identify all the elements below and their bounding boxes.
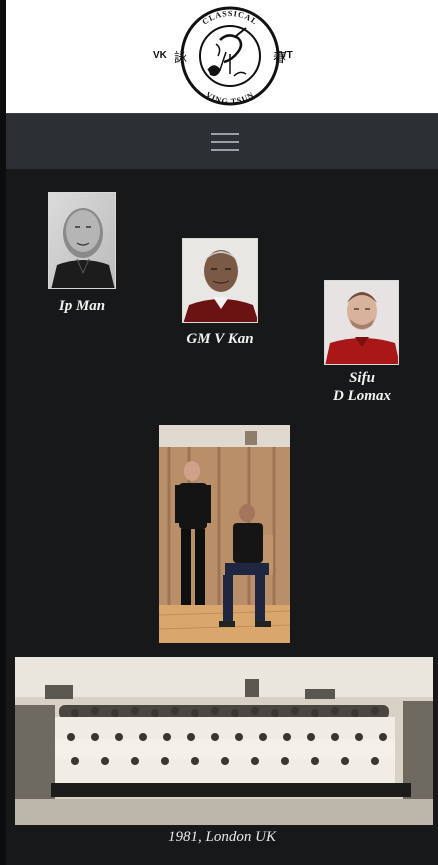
- sifu-d-lomax-image: [325, 281, 398, 364]
- sifu-d-lomax-caption: Sifu D Lomax: [312, 369, 412, 405]
- site-header: CLASSICAL CLASSICAL VING TSUN VK 詠 春 VT: [6, 0, 438, 113]
- ip-man-image: [49, 193, 115, 288]
- sifu-title-text: Sifu: [349, 370, 375, 386]
- sifu-d-lomax-photo[interactable]: [324, 280, 399, 365]
- gm-v-kan-caption: GM V Kan: [186, 331, 254, 347]
- logo-wing-char: 詠: [174, 50, 188, 65]
- d-lomax-name-text: D Lomax: [333, 388, 391, 404]
- sifu-and-grandmaster-photo[interactable]: [159, 425, 290, 643]
- logo-vt-text: VT: [280, 50, 293, 61]
- lineage-section: Ip Man GM V Kan Sifu D Lomax 1981, Londo…: [6, 169, 438, 865]
- hamburger-menu-icon[interactable]: [211, 130, 239, 154]
- group-photo-1981-image: [15, 657, 433, 825]
- logo-vk-text: VK: [153, 50, 167, 61]
- ip-man-photo[interactable]: [48, 192, 116, 289]
- crane-emblem-icon: [180, 6, 280, 106]
- group-photo-caption: 1981, London UK: [168, 829, 276, 845]
- gm-v-kan-photo[interactable]: [182, 238, 258, 323]
- site-logo[interactable]: CLASSICAL: [180, 4, 280, 108]
- ip-man-caption: Ip Man: [58, 298, 106, 314]
- group-photo-1981[interactable]: [15, 657, 433, 825]
- sifu-and-grandmaster-image: [159, 425, 290, 643]
- gm-v-kan-image: [183, 239, 257, 322]
- navbar: [6, 113, 438, 169]
